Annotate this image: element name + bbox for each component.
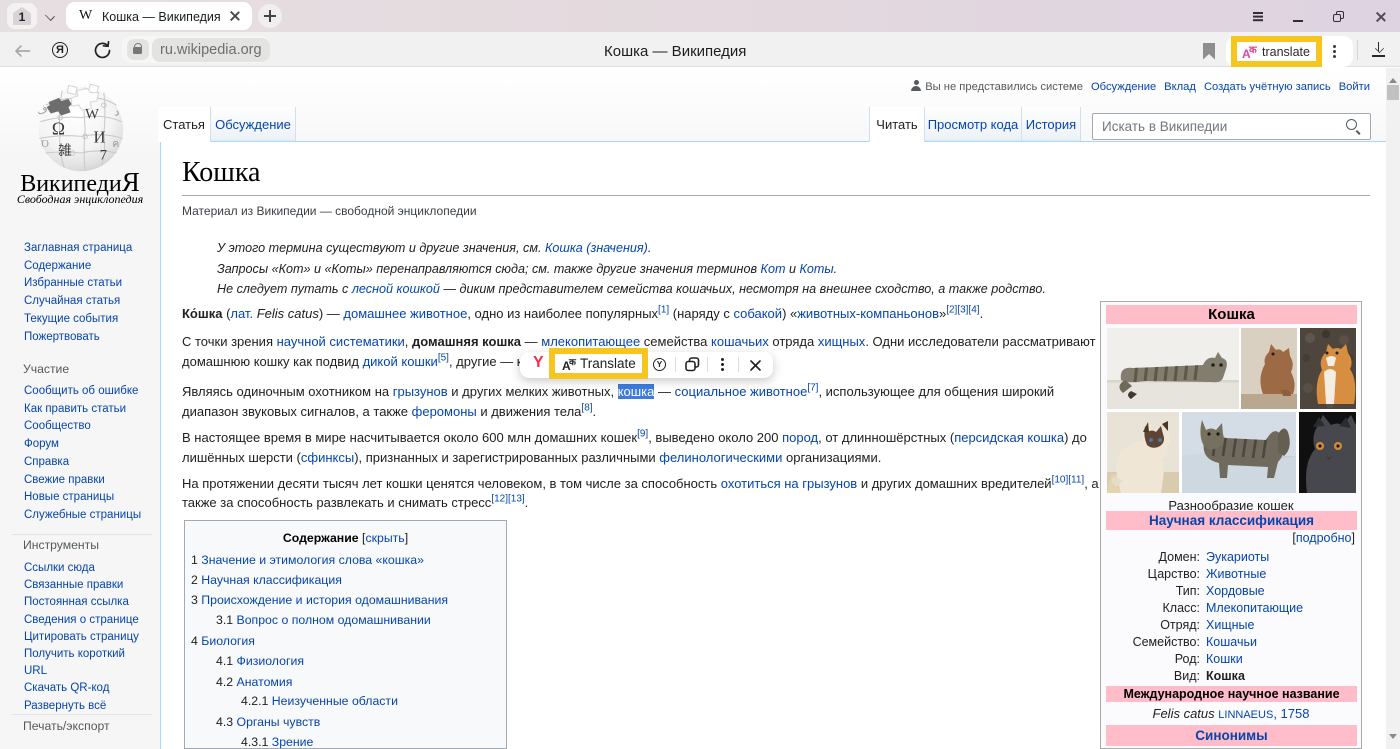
svg-text:雑: 雑: [58, 143, 72, 158]
svg-text:W: W: [85, 107, 99, 123]
svg-text:И: И: [94, 128, 106, 147]
svg-text:Ω: Ω: [52, 118, 65, 138]
svg-text:Ό: Ό: [40, 139, 49, 150]
svg-text:7: 7: [100, 147, 107, 163]
svg-text:ค: ค: [112, 139, 119, 150]
svg-text:د: د: [114, 107, 119, 119]
svg-text:क: क: [1248, 45, 1258, 56]
svg-text:क: क: [568, 357, 577, 367]
